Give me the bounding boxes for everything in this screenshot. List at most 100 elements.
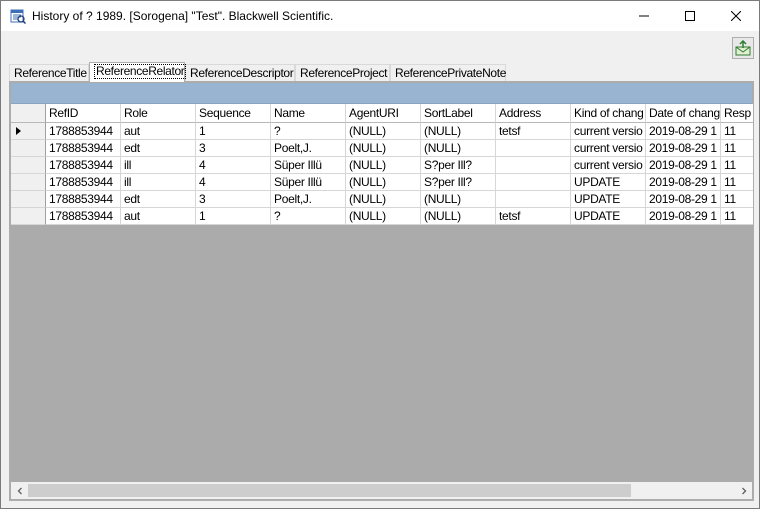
row-header[interactable]: [11, 174, 46, 191]
cell-name[interactable]: Süper Illü: [271, 157, 346, 174]
cell-sequence[interactable]: 3: [196, 140, 271, 157]
row-header[interactable]: [11, 140, 46, 157]
cell-date-of-change[interactable]: 2019-08-29 1: [646, 174, 721, 191]
column-header-agenturi[interactable]: AgentURI: [346, 104, 421, 123]
cell-resp[interactable]: 11: [721, 140, 753, 157]
cell-resp[interactable]: 11: [721, 191, 753, 208]
cell-role[interactable]: aut: [121, 123, 196, 140]
cell-sortlabel[interactable]: (NULL): [421, 123, 496, 140]
cell-agenturi[interactable]: (NULL): [346, 123, 421, 140]
cell-date-of-change[interactable]: 2019-08-29 1: [646, 123, 721, 140]
tab-reference-project[interactable]: ReferenceProject: [295, 64, 390, 81]
cell-role[interactable]: aut: [121, 208, 196, 225]
cell-refid[interactable]: 1788853944: [46, 174, 121, 191]
row-header[interactable]: [11, 208, 46, 225]
tab-reference-private-note[interactable]: ReferencePrivateNote: [390, 64, 506, 81]
table-row[interactable]: 1788853944 ill 4 Süper Illü (NULL) S?per…: [11, 174, 753, 191]
column-header-address[interactable]: Address: [496, 104, 571, 123]
cell-resp[interactable]: 11: [721, 157, 753, 174]
cell-address[interactable]: tetsf: [496, 208, 571, 225]
cell-date-of-change[interactable]: 2019-08-29 1: [646, 140, 721, 157]
scrollbar-thumb[interactable]: [28, 484, 631, 497]
cell-date-of-change[interactable]: 2019-08-29 1: [646, 157, 721, 174]
cell-sequence[interactable]: 4: [196, 174, 271, 191]
cell-resp[interactable]: 11: [721, 123, 753, 140]
cell-name[interactable]: Poelt,J.: [271, 140, 346, 157]
cell-address[interactable]: [496, 174, 571, 191]
cell-agenturi[interactable]: (NULL): [346, 140, 421, 157]
cell-address[interactable]: tetsf: [496, 123, 571, 140]
cell-sortlabel[interactable]: (NULL): [421, 140, 496, 157]
cell-refid[interactable]: 1788853944: [46, 123, 121, 140]
cell-sortlabel[interactable]: S?per Ill?: [421, 174, 496, 191]
column-header-sequence[interactable]: Sequence: [196, 104, 271, 123]
tab-reference-relator[interactable]: ReferenceRelator: [89, 62, 187, 82]
maximize-button[interactable]: [667, 1, 713, 31]
cell-name[interactable]: ?: [271, 123, 346, 140]
cell-kind-of-change[interactable]: UPDATE: [571, 174, 646, 191]
column-header-kind-of-change[interactable]: Kind of chang: [571, 104, 646, 123]
cell-sortlabel[interactable]: S?per Ill?: [421, 157, 496, 174]
tab-label: ReferencePrivateNote: [395, 66, 507, 80]
cell-sequence[interactable]: 3: [196, 191, 271, 208]
close-button[interactable]: [713, 1, 759, 31]
table-row[interactable]: 1788853944 edt 3 Poelt,J. (NULL) (NULL) …: [11, 191, 753, 208]
grid-corner-header[interactable]: [11, 104, 46, 123]
cell-sortlabel[interactable]: (NULL): [421, 191, 496, 208]
cell-refid[interactable]: 1788853944: [46, 157, 121, 174]
column-header-refid[interactable]: RefID: [46, 104, 121, 123]
cell-sequence[interactable]: 4: [196, 157, 271, 174]
cell-role[interactable]: edt: [121, 140, 196, 157]
cell-resp[interactable]: 11: [721, 208, 753, 225]
cell-agenturi[interactable]: (NULL): [346, 157, 421, 174]
cell-sequence[interactable]: 1: [196, 123, 271, 140]
table-row[interactable]: 1788853944 aut 1 ? (NULL) (NULL) tetsf U…: [11, 208, 753, 225]
minimize-button[interactable]: [621, 1, 667, 31]
cell-date-of-change[interactable]: 2019-08-29 1: [646, 191, 721, 208]
cell-kind-of-change[interactable]: current versio: [571, 140, 646, 157]
cell-role[interactable]: ill: [121, 174, 196, 191]
cell-address[interactable]: [496, 140, 571, 157]
table-row[interactable]: 1788853944 ill 4 Süper Illü (NULL) S?per…: [11, 157, 753, 174]
tab-reference-title[interactable]: ReferenceTitle: [9, 64, 89, 81]
title-bar[interactable]: History of ? 1989. [Sorogena] "Test". Bl…: [1, 1, 759, 31]
cell-agenturi[interactable]: (NULL): [346, 191, 421, 208]
cell-name[interactable]: Süper Illü: [271, 174, 346, 191]
export-button[interactable]: [732, 37, 754, 59]
cell-kind-of-change[interactable]: current versio: [571, 123, 646, 140]
column-header-date-of-change[interactable]: Date of chang: [646, 104, 721, 123]
cell-role[interactable]: edt: [121, 191, 196, 208]
row-header[interactable]: [11, 123, 46, 140]
cell-sequence[interactable]: 1: [196, 208, 271, 225]
tab-reference-descriptor[interactable]: ReferenceDescriptor: [185, 64, 295, 81]
cell-name[interactable]: ?: [271, 208, 346, 225]
cell-role[interactable]: ill: [121, 157, 196, 174]
cell-resp[interactable]: 11: [721, 174, 753, 191]
cell-sortlabel[interactable]: (NULL): [421, 208, 496, 225]
scroll-left-button[interactable]: [11, 482, 28, 499]
scroll-right-button[interactable]: [735, 482, 752, 499]
column-header-sortlabel[interactable]: SortLabel: [421, 104, 496, 123]
cell-address[interactable]: [496, 191, 571, 208]
history-grid[interactable]: RefID Role Sequence Name AgentURI SortLa…: [11, 104, 753, 225]
table-row[interactable]: 1788853944 aut 1 ? (NULL) (NULL) tetsf c…: [11, 123, 753, 140]
column-header-name[interactable]: Name: [271, 104, 346, 123]
column-header-resp[interactable]: Resp: [721, 104, 753, 123]
cell-refid[interactable]: 1788853944: [46, 140, 121, 157]
cell-kind-of-change[interactable]: UPDATE: [571, 208, 646, 225]
row-header[interactable]: [11, 191, 46, 208]
cell-date-of-change[interactable]: 2019-08-29 1: [646, 208, 721, 225]
cell-address[interactable]: [496, 157, 571, 174]
history-window: History of ? 1989. [Sorogena] "Test". Bl…: [0, 0, 760, 509]
cell-agenturi[interactable]: (NULL): [346, 174, 421, 191]
cell-refid[interactable]: 1788853944: [46, 191, 121, 208]
row-header[interactable]: [11, 157, 46, 174]
cell-refid[interactable]: 1788853944: [46, 208, 121, 225]
horizontal-scrollbar[interactable]: [11, 482, 752, 499]
table-row[interactable]: 1788853944 edt 3 Poelt,J. (NULL) (NULL) …: [11, 140, 753, 157]
cell-kind-of-change[interactable]: UPDATE: [571, 191, 646, 208]
column-header-role[interactable]: Role: [121, 104, 196, 123]
cell-name[interactable]: Poelt,J.: [271, 191, 346, 208]
cell-kind-of-change[interactable]: current versio: [571, 157, 646, 174]
cell-agenturi[interactable]: (NULL): [346, 208, 421, 225]
